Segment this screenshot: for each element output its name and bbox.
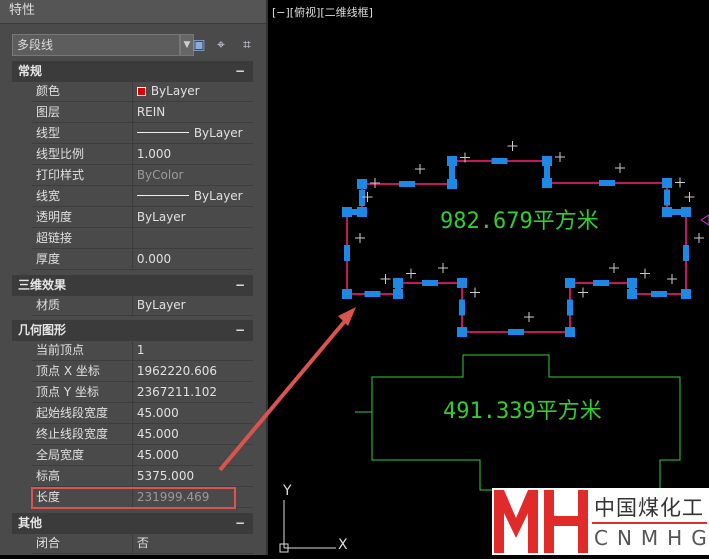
vertex-grip [393,278,403,288]
plus-marker [470,287,480,298]
plus-marker [355,233,365,243]
plus-marker [555,152,565,162]
plus-marker [406,268,416,279]
vertex-grip [342,289,352,299]
midpoint-grip [399,181,415,187]
ucs-x-label: X [338,537,348,553]
midpoint-grip [508,329,524,335]
selected-polyline [346,160,687,333]
vertex-grip [627,289,637,299]
midpoint-grip [449,164,455,181]
plus-marker [694,233,704,243]
ucs-y-label: Y [282,483,292,499]
logo-cn-text: 中国煤化工 [594,496,704,520]
plus-marker [415,164,425,174]
midpoint-grip [599,180,615,186]
vertex-grip [542,156,552,166]
midpoint-grip [459,299,465,316]
plus-marker [578,287,588,298]
plus-marker [438,263,448,273]
midpoint-grip [491,158,508,164]
midpoint-grip [359,190,365,206]
midpoint-grip [567,299,573,316]
area-label-2: 491.339平方米 [443,399,602,424]
watermark-logo: 中国煤化工 CNMHG [492,488,709,555]
plus-marker [667,274,677,284]
vertex-grip [457,278,467,288]
plus-marker [380,274,391,284]
vertex-grip [457,327,467,337]
vertex-grip [565,278,575,288]
midpoint-grip [683,245,689,261]
mh-logo-mark [494,490,588,553]
vertex-grip [662,207,672,217]
vertex-grip [342,207,352,217]
midpoint-grip [593,280,609,286]
annotation-arrow [218,313,352,472]
midpoint-grip [422,280,438,286]
plus-marker [524,312,534,322]
plus-marker [370,178,380,188]
midpoint-grip [544,164,550,180]
plus-marker [640,268,650,279]
midpoint-grip [651,291,667,297]
vertex-grip [681,289,691,299]
plus-marker [609,263,619,273]
magenta-marker [700,214,709,226]
midpoint-grip [364,291,381,297]
ucs-icon [279,500,336,553]
midpoint-grip [344,245,350,261]
plus-marker [615,163,625,173]
vertex-grip [357,179,367,189]
vertex-grip [565,327,575,337]
plus-marker [684,192,695,202]
logo-en-text: CNMHG [594,526,709,550]
plus-marker [675,177,685,188]
midpoint-grip [664,189,670,206]
plus-marker [507,141,518,151]
drawing-canvas[interactable]: 982.679平方米 491.339平方米 Y X [0,0,709,555]
vertex-grip [447,179,457,189]
vertex-grip [662,178,672,188]
area-label-1: 982.679平方米 [440,209,599,234]
